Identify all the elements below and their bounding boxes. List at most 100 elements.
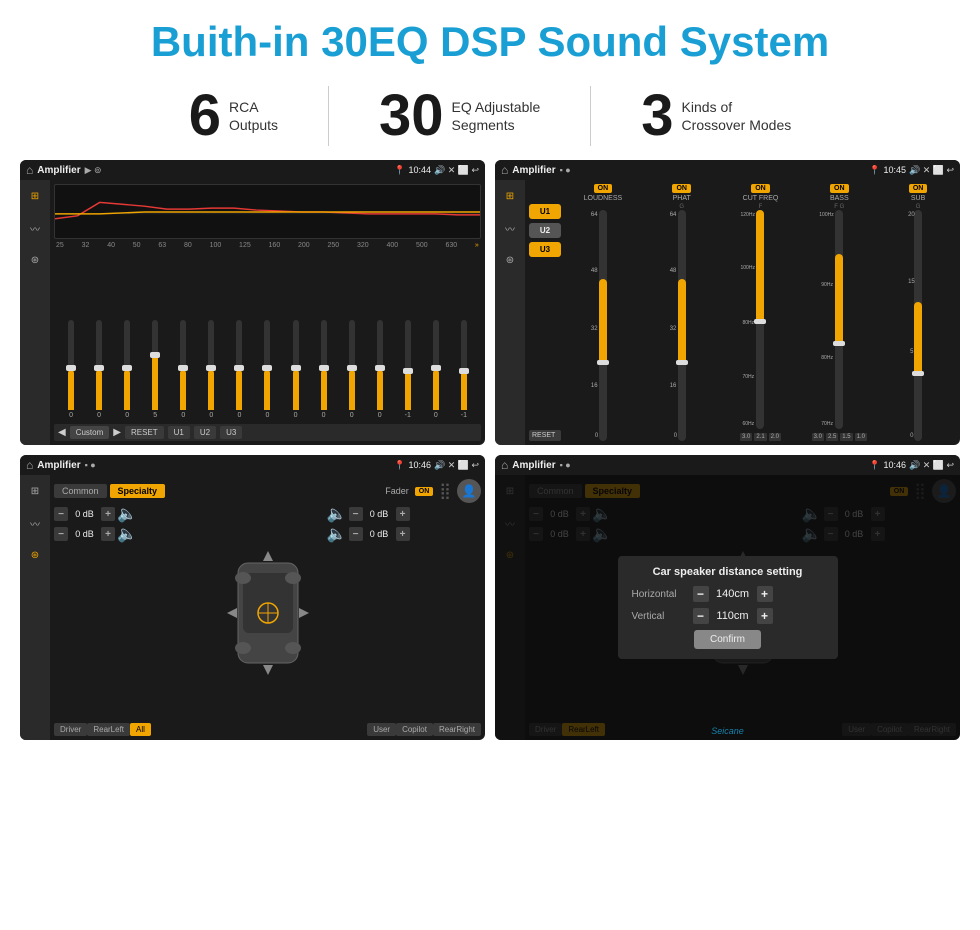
crossover-reset-btn[interactable]: RESET	[529, 430, 561, 441]
page-header: Buith-in 30EQ DSP Sound System	[0, 0, 980, 76]
loudness-label: LOUDNESS	[584, 195, 623, 202]
sidebar-eq-icon[interactable]: ⊞	[25, 186, 45, 206]
db-minus-tr[interactable]: −	[349, 507, 363, 521]
driver-btn[interactable]: Driver	[54, 723, 87, 736]
slider-track-10[interactable]	[321, 320, 327, 410]
slider-track-3[interactable]	[124, 320, 130, 410]
slider-col-4: 5	[142, 320, 168, 419]
confirm-button[interactable]: Confirm	[694, 630, 761, 649]
fader-tab-common[interactable]: Common	[54, 484, 107, 498]
stat-number-eq: 30	[379, 87, 444, 145]
slider-track-8[interactable]	[264, 320, 270, 410]
dialog-vertical-minus[interactable]: −	[693, 608, 709, 624]
eq-u3-btn[interactable]: U3	[220, 426, 242, 439]
home-icon[interactable]: ⌂	[26, 163, 33, 177]
dialog-title: Car speaker distance setting	[632, 566, 824, 578]
eq-u1-btn[interactable]: U1	[168, 426, 190, 439]
slider-track-9[interactable]	[293, 320, 299, 410]
dialog-vertical-plus[interactable]: +	[757, 608, 773, 624]
eq-u2-btn[interactable]: U2	[194, 426, 216, 439]
fader-wave-icon[interactable]: 〰	[25, 513, 45, 533]
channel-u1-btn[interactable]: U1	[529, 204, 561, 219]
sub-toggle[interactable]: ON	[909, 184, 928, 193]
db-plus-tr[interactable]: +	[396, 507, 410, 521]
db-minus-tl[interactable]: −	[54, 507, 68, 521]
fader-on-badge[interactable]: ON	[415, 487, 434, 496]
cutfreq-slider[interactable]: 120Hz 100Hz 80Hz 70Hz 60Hz	[756, 210, 764, 429]
dialog-horizontal-input: − 140cm +	[693, 586, 773, 602]
fader-speaker-icon[interactable]: ⊛	[25, 545, 45, 565]
db-plus-bl[interactable]: +	[101, 527, 115, 541]
bass-label: BASS	[830, 195, 849, 202]
crossover-home-icon[interactable]: ⌂	[501, 163, 508, 177]
slider-track-1[interactable]	[68, 320, 74, 410]
crossover-status-icons: 🔊 ✕ ⬜ ↩	[909, 165, 954, 176]
dialog-status-icons: 🔊 ✕ ⬜ ↩	[909, 460, 954, 471]
slider-track-7[interactable]	[236, 320, 242, 410]
slider-track-6[interactable]	[208, 320, 214, 410]
copilot-btn[interactable]: Copilot	[396, 723, 433, 736]
fader-tab-specialty[interactable]: Specialty	[110, 484, 166, 498]
fader-location-icon: 📍	[394, 460, 405, 471]
db-minus-br[interactable]: −	[349, 527, 363, 541]
loudness-slider[interactable]: 64 48 32 16 0	[599, 210, 607, 441]
slider-val-10: 0	[322, 412, 326, 419]
eq-freq-labels: 253240506380100125160200250320400500630 …	[54, 242, 481, 249]
stat-rca: 6 RCAOutputs	[139, 87, 328, 145]
slider-track-4[interactable]	[152, 320, 158, 410]
bass-slider[interactable]: 100Hz 90Hz 80Hz 70Hz	[835, 210, 843, 429]
slider-track-2[interactable]	[96, 320, 102, 410]
crossover-icons: ▪ ●	[560, 165, 571, 175]
crossover-time: 10:45	[883, 165, 906, 175]
slider-track-13[interactable]	[405, 320, 411, 410]
fader-row-br: 🔈 − 0 dB +	[329, 526, 482, 542]
eq-custom-btn[interactable]: Custom	[70, 426, 110, 439]
phat-toggle[interactable]: ON	[672, 184, 691, 193]
slider-val-3: 0	[125, 412, 129, 419]
slider-val-13: -1	[405, 412, 411, 419]
fader-content: − 0 dB + 🔈 − 0 dB + 🔈	[54, 506, 481, 720]
user-btn[interactable]: User	[367, 723, 396, 736]
dialog-overlay: Car speaker distance setting Horizontal …	[495, 475, 960, 740]
dialog-horizontal-minus[interactable]: −	[693, 586, 709, 602]
db-minus-bl[interactable]: −	[54, 527, 68, 541]
phat-slider[interactable]: 64 48 32 16 0	[678, 210, 686, 441]
sub-slider[interactable]: 20 15 5 0	[914, 210, 922, 441]
eq-reset-btn[interactable]: RESET	[125, 426, 164, 439]
screen-dialog: ⌂ Amplifier ▪ ● 📍 10:46 🔊 ✕ ⬜ ↩ ⊞ 〰 ⊛ Co…	[495, 455, 960, 740]
rearleft-btn[interactable]: RearLeft	[87, 723, 130, 736]
slider-col-8: 0	[254, 320, 280, 419]
slider-track-15[interactable]	[461, 320, 467, 410]
slider-val-14: 0	[434, 412, 438, 419]
crossover-wave-icon[interactable]: 〰	[500, 218, 520, 238]
channel-u2-btn[interactable]: U2	[529, 223, 561, 238]
crossover-right: ON LOUDNESS 64 48 32 16 0	[565, 184, 956, 441]
all-btn[interactable]: All	[130, 723, 151, 736]
crossover-speaker-icon[interactable]: ⊛	[500, 250, 520, 270]
eq-next-icon[interactable]: ▶	[113, 427, 121, 438]
slider-track-11[interactable]	[349, 320, 355, 410]
sidebar-wave-icon[interactable]: 〰	[25, 218, 45, 238]
bass-toggle[interactable]: ON	[830, 184, 849, 193]
dialog-horizontal-plus[interactable]: +	[757, 586, 773, 602]
crossover-status-bar: ⌂ Amplifier ▪ ● 📍 10:45 🔊 ✕ ⬜ ↩	[495, 160, 960, 180]
rearright-btn[interactable]: RearRight	[433, 723, 481, 736]
distance-dialog: Car speaker distance setting Horizontal …	[618, 556, 838, 659]
crossover-app-title: Amplifier	[512, 165, 555, 176]
channel-u3-btn[interactable]: U3	[529, 242, 561, 257]
cutfreq-toggle[interactable]: ON	[751, 184, 770, 193]
slider-track-5[interactable]	[180, 320, 186, 410]
db-plus-tl[interactable]: +	[101, 507, 115, 521]
user-profile-icon[interactable]: 👤	[457, 479, 481, 503]
crossover-eq-icon[interactable]: ⊞	[500, 186, 520, 206]
dialog-home-icon[interactable]: ⌂	[501, 458, 508, 472]
fader-eq-icon[interactable]: ⊞	[25, 481, 45, 501]
slider-track-14[interactable]	[433, 320, 439, 410]
loudness-toggle[interactable]: ON	[594, 184, 613, 193]
sidebar-speaker-icon[interactable]: ⊛	[25, 250, 45, 270]
db-plus-br[interactable]: +	[396, 527, 410, 541]
slider-track-12[interactable]	[377, 320, 383, 410]
fader-main-area: Common Specialty Fader ON ⣿ 👤 − 0 dB	[50, 475, 485, 740]
fader-home-icon[interactable]: ⌂	[26, 458, 33, 472]
eq-prev-icon[interactable]: ◀	[58, 427, 66, 438]
